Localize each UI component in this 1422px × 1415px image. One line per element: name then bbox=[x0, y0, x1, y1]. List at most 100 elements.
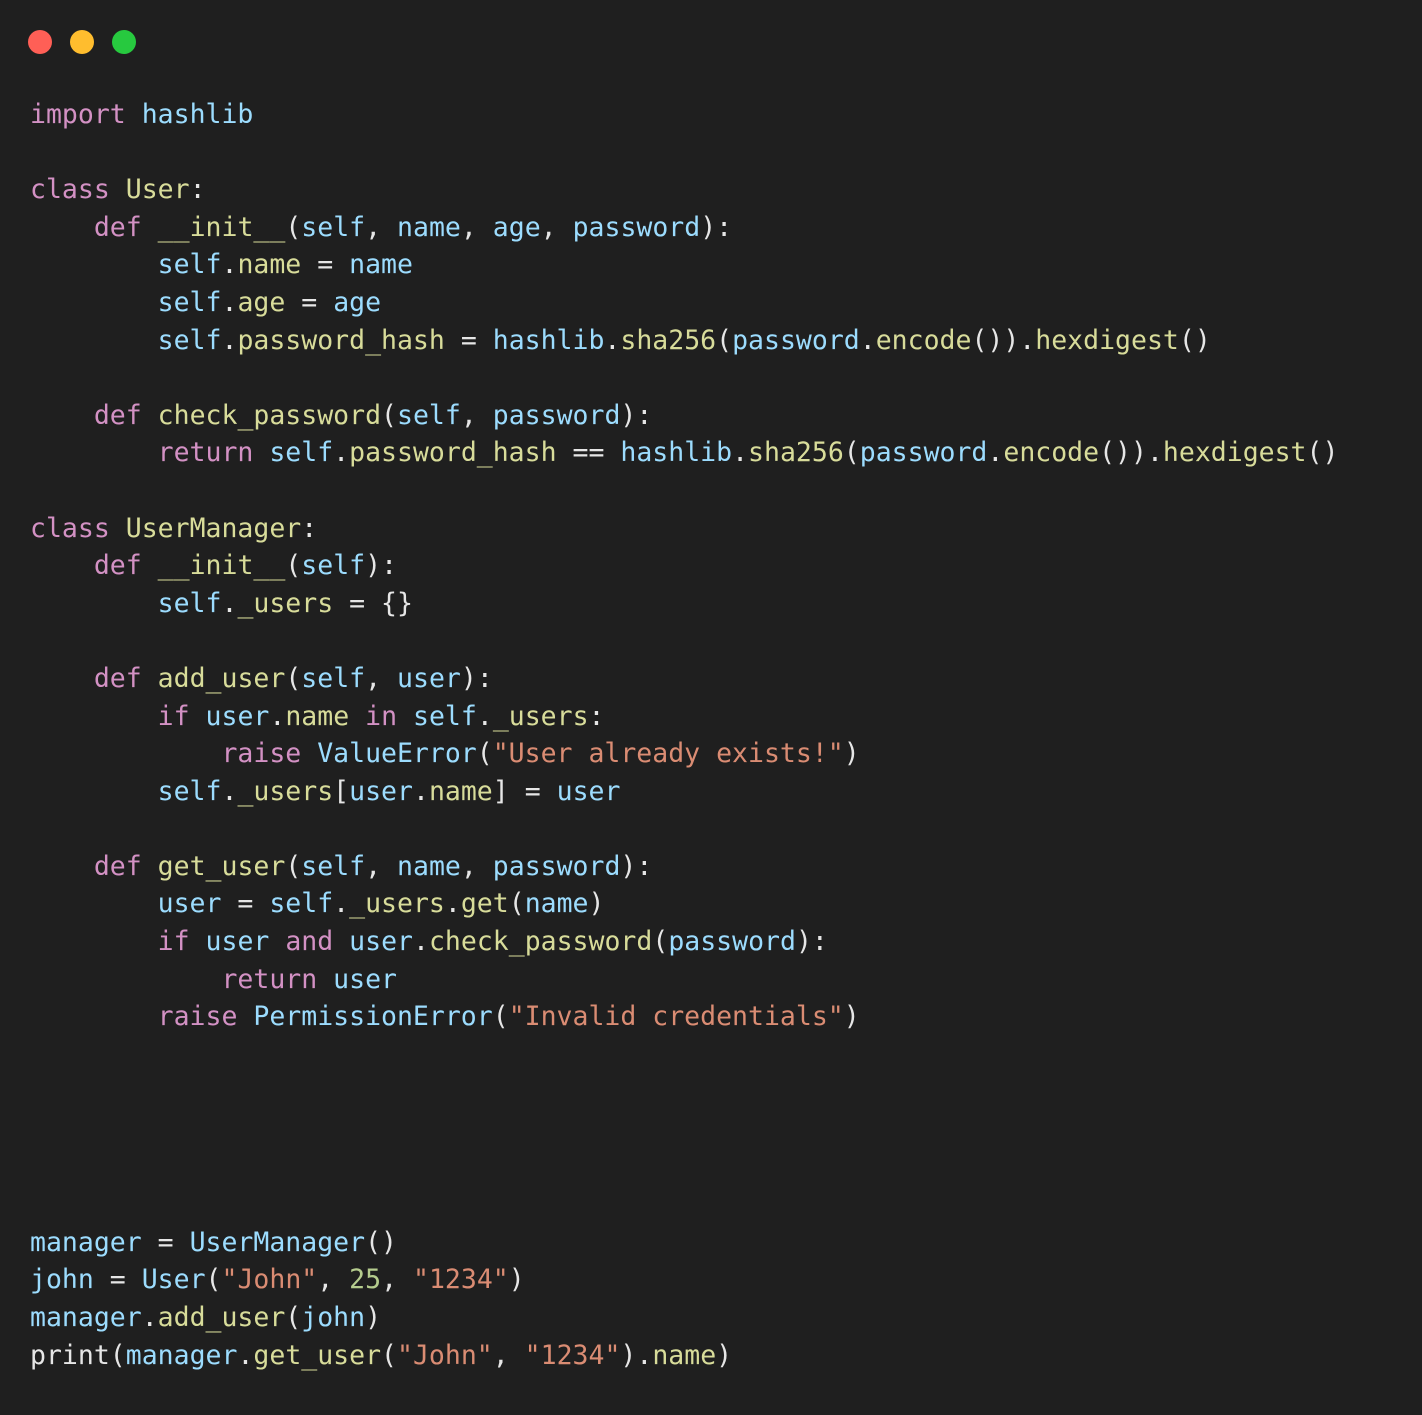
code-token: ( bbox=[205, 1264, 222, 1296]
code-token: ): bbox=[795, 926, 828, 958]
code-token: manager bbox=[30, 1302, 142, 1333]
code-token: encode bbox=[1003, 437, 1100, 469]
code-token: name bbox=[285, 700, 350, 732]
code-token: "John" bbox=[221, 1264, 318, 1296]
code-window: import hashlib class User: def __init__(… bbox=[0, 0, 1422, 1415]
code-token: if bbox=[157, 926, 190, 958]
code-token: name bbox=[428, 775, 493, 807]
code-token: manager bbox=[125, 1339, 238, 1371]
code-token: User bbox=[141, 1264, 206, 1296]
code-token: ): bbox=[700, 211, 733, 243]
code-token: . bbox=[987, 437, 1004, 469]
code-token: self bbox=[157, 587, 222, 619]
code-token: , bbox=[460, 211, 493, 243]
code-line: def get_user(self, name, password): bbox=[30, 848, 1422, 886]
code-token: ( bbox=[285, 662, 302, 694]
code-token: ) bbox=[508, 1264, 525, 1296]
code-line: def check_password(self, password): bbox=[30, 397, 1422, 435]
code-token: User bbox=[125, 174, 190, 206]
code-line: return self.password_hash == hashlib.sha… bbox=[30, 434, 1422, 472]
code-line: manager.add_user(john) bbox=[30, 1299, 1422, 1337]
code-line: print(manager.get_user("John", "1234").n… bbox=[30, 1337, 1422, 1375]
code-token: password bbox=[492, 850, 621, 882]
code-token: self bbox=[301, 662, 366, 694]
code-editor[interactable]: import hashlib class User: def __init__(… bbox=[0, 96, 1422, 1374]
code-token: "John" bbox=[397, 1339, 493, 1371]
code-token: self bbox=[301, 550, 366, 582]
code-line: def __init__(self): bbox=[30, 547, 1422, 585]
code-token: : bbox=[189, 174, 206, 206]
code-line: manager = UserManager() bbox=[30, 1224, 1422, 1262]
code-token: self bbox=[157, 286, 222, 318]
code-token: name bbox=[397, 850, 461, 882]
code-token: . bbox=[221, 286, 238, 318]
code-token: self bbox=[269, 437, 334, 469]
code-token: add_user bbox=[157, 662, 286, 694]
code-token: get bbox=[460, 888, 509, 920]
code-token: . bbox=[221, 324, 238, 356]
code-token: . bbox=[221, 587, 238, 619]
code-token: add_user bbox=[157, 1302, 286, 1333]
minimize-button-icon[interactable] bbox=[70, 30, 94, 54]
code-token: . bbox=[333, 437, 350, 469]
code-token: ( bbox=[476, 738, 493, 770]
code-token: . bbox=[221, 249, 238, 281]
code-token: ) bbox=[716, 1339, 733, 1371]
code-token: ( bbox=[716, 324, 733, 356]
code-token: "Invalid credentials" bbox=[508, 1001, 844, 1033]
code-token: = bbox=[285, 286, 334, 318]
code-token: ): bbox=[620, 850, 653, 882]
code-token: ): bbox=[620, 399, 653, 431]
code-token: [ bbox=[333, 775, 350, 807]
code-token: password_hash bbox=[349, 437, 557, 469]
code-token: user bbox=[397, 662, 461, 694]
code-token: def bbox=[93, 850, 142, 882]
code-token: , bbox=[460, 850, 493, 882]
code-token: ()). bbox=[1099, 437, 1163, 469]
code-line: class User: bbox=[30, 171, 1422, 209]
code-token: 25 bbox=[349, 1264, 382, 1296]
code-line: self.age = age bbox=[30, 284, 1422, 322]
code-token: UserManager bbox=[125, 512, 302, 544]
code-token: = bbox=[508, 775, 557, 807]
code-token: sha256 bbox=[620, 324, 717, 356]
code-token: ). bbox=[620, 1339, 653, 1371]
code-token: class bbox=[30, 512, 110, 544]
code-token: __init__ bbox=[157, 211, 286, 243]
close-button-icon[interactable] bbox=[28, 30, 52, 54]
code-token: password bbox=[859, 437, 988, 469]
code-token: _users bbox=[237, 775, 334, 807]
code-token: age bbox=[237, 286, 286, 318]
code-token: import bbox=[30, 99, 126, 130]
code-token: name bbox=[397, 211, 461, 243]
code-line: if user and user.check_password(password… bbox=[30, 923, 1422, 961]
code-token: UserManager bbox=[189, 1226, 366, 1258]
code-token: name bbox=[237, 249, 302, 281]
code-token: check_password bbox=[157, 399, 382, 431]
code-token: ( bbox=[652, 926, 669, 958]
code-token: ] bbox=[492, 775, 509, 807]
maximize-button-icon[interactable] bbox=[112, 30, 136, 54]
code-token: return bbox=[157, 437, 254, 469]
